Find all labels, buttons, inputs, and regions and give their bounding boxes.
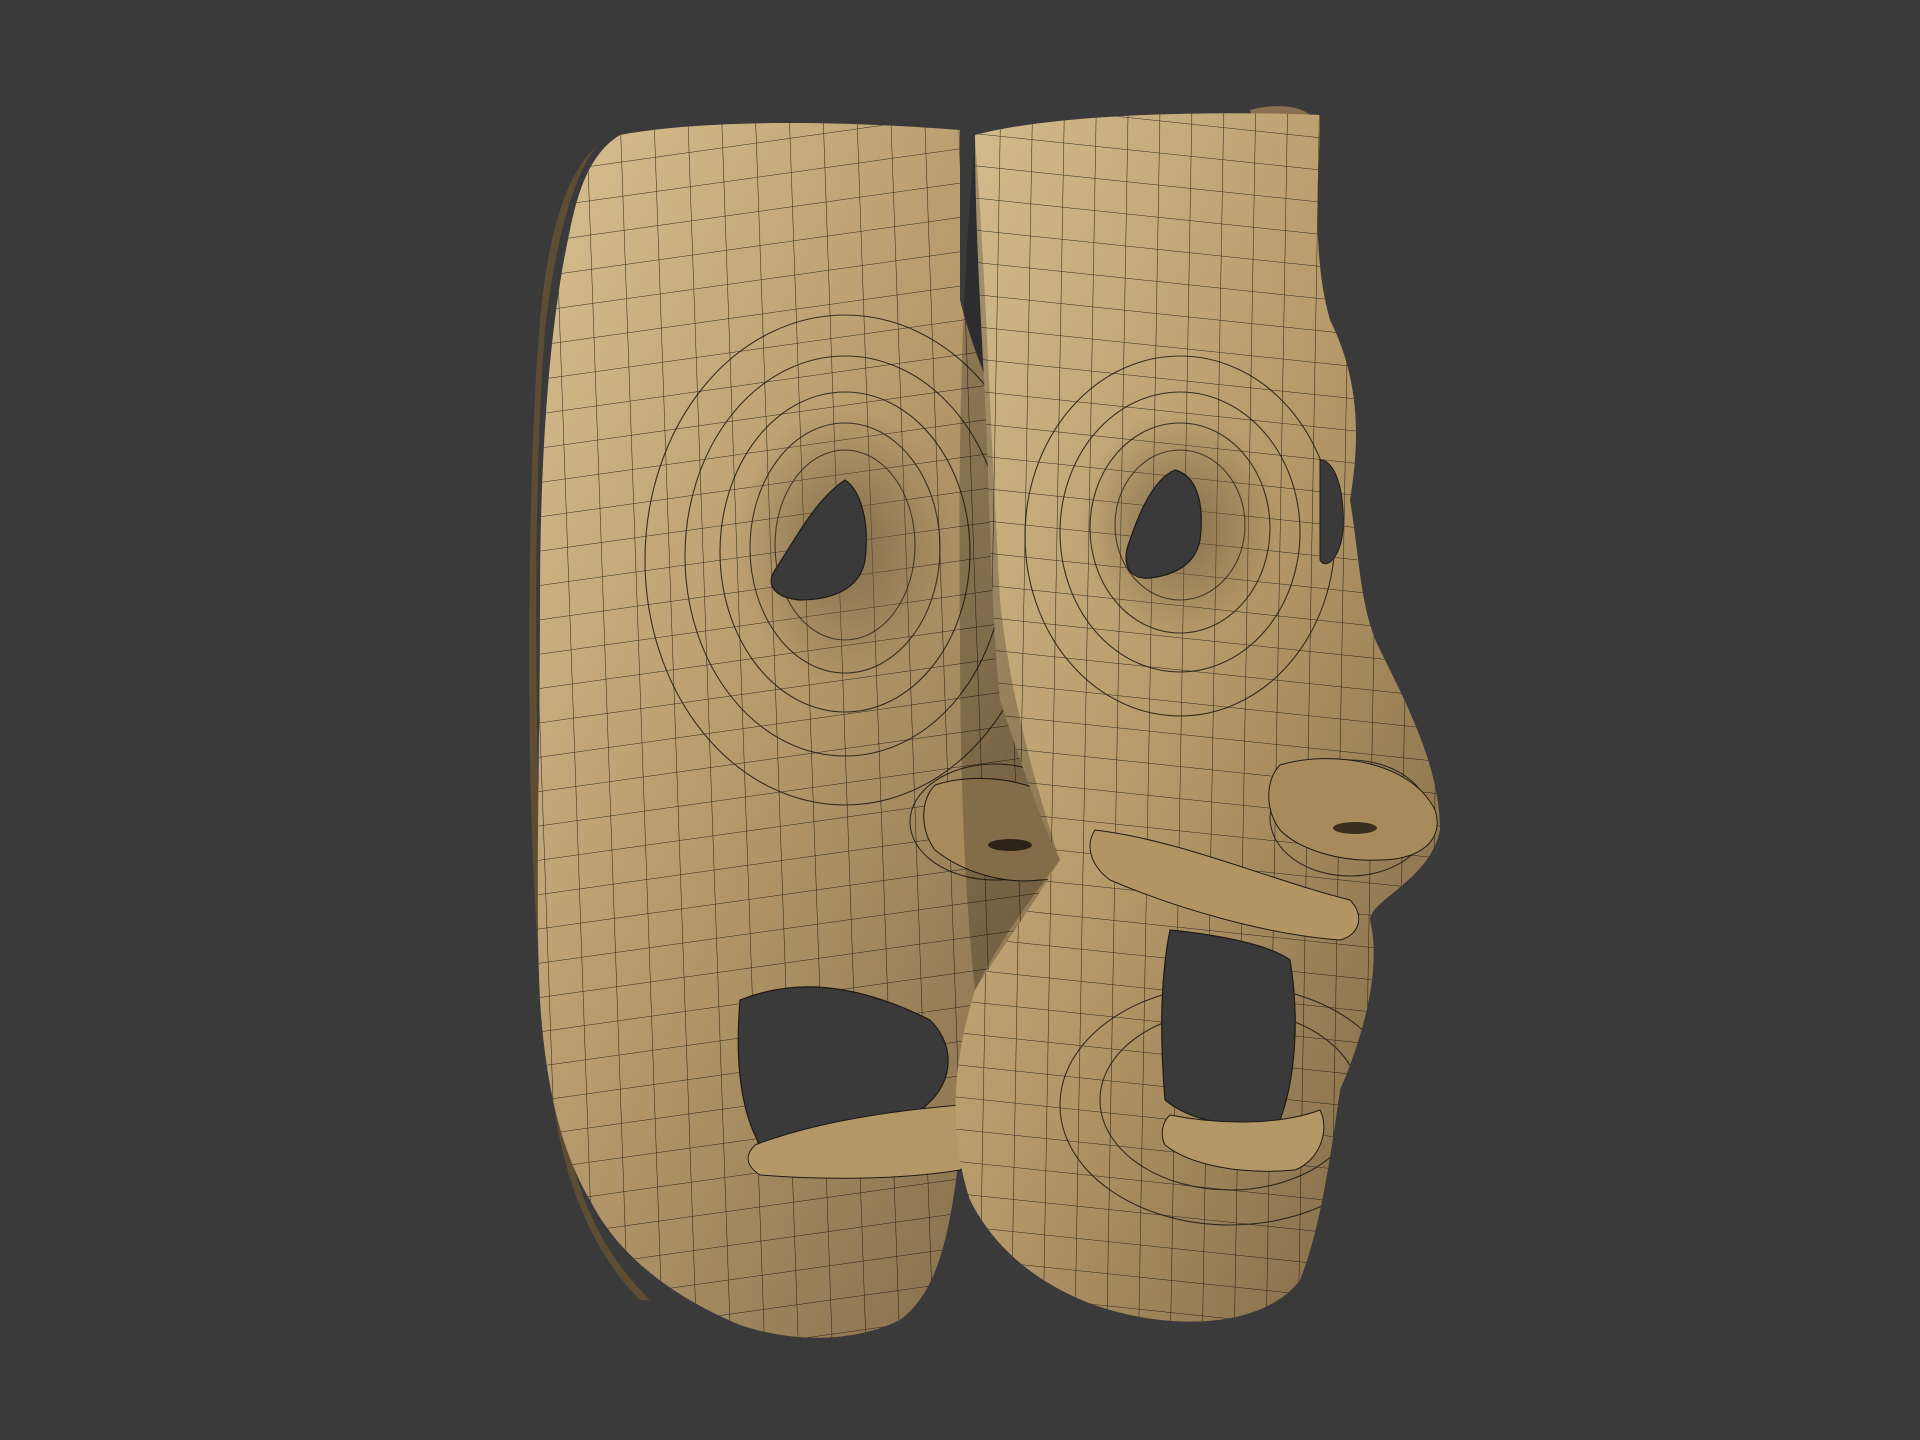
viewport-render	[0, 0, 1920, 1440]
3d-viewport[interactable]	[0, 0, 1920, 1440]
mask-right-mouth-hole	[1161, 929, 1296, 1125]
